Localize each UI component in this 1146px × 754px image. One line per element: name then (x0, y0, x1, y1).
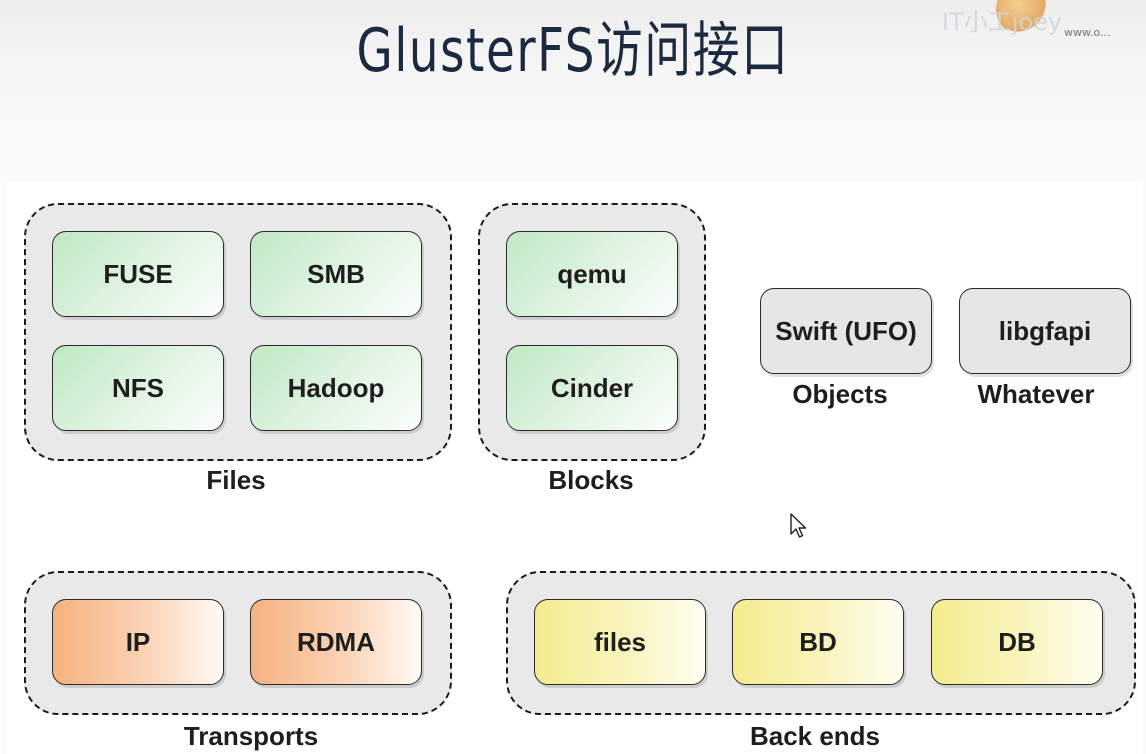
watermark: IT小工joey www.o... (926, 0, 1146, 48)
blocks-label: Blocks (548, 465, 634, 495)
smb-box: SMB (250, 231, 422, 317)
ip-box: IP (52, 599, 224, 685)
files-label: Files (206, 465, 266, 495)
diagram-canvas: FUSE SMB NFS Hadoop Files qemu Cinder Bl… (6, 181, 1142, 754)
hadoop-box: Hadoop (250, 345, 422, 431)
whatever-label: Whatever (977, 379, 1095, 409)
watermark-text: IT小工joey (942, 8, 1063, 36)
libgfapi-box: libgfapi (959, 288, 1131, 374)
rdma-box: RDMA (250, 599, 422, 685)
nfs-box: NFS (52, 345, 224, 431)
files-backend-box: files (534, 599, 706, 685)
bd-backend-box: BD (732, 599, 904, 685)
backends-label: Back ends (749, 721, 881, 751)
swift-ufo-box: Swift (UFO) (760, 288, 932, 374)
mouse-pointer-icon (790, 513, 807, 538)
transports-label: Transports (183, 721, 319, 751)
cinder-box: Cinder (506, 345, 678, 431)
watermark-url: www.o... (1064, 26, 1111, 39)
objects-label: Objects (792, 379, 888, 409)
db-backend-box: DB (931, 599, 1103, 685)
qemu-box: qemu (506, 231, 678, 317)
fuse-box: FUSE (52, 231, 224, 317)
page-title: GlusterFS访问接口 (356, 16, 790, 86)
